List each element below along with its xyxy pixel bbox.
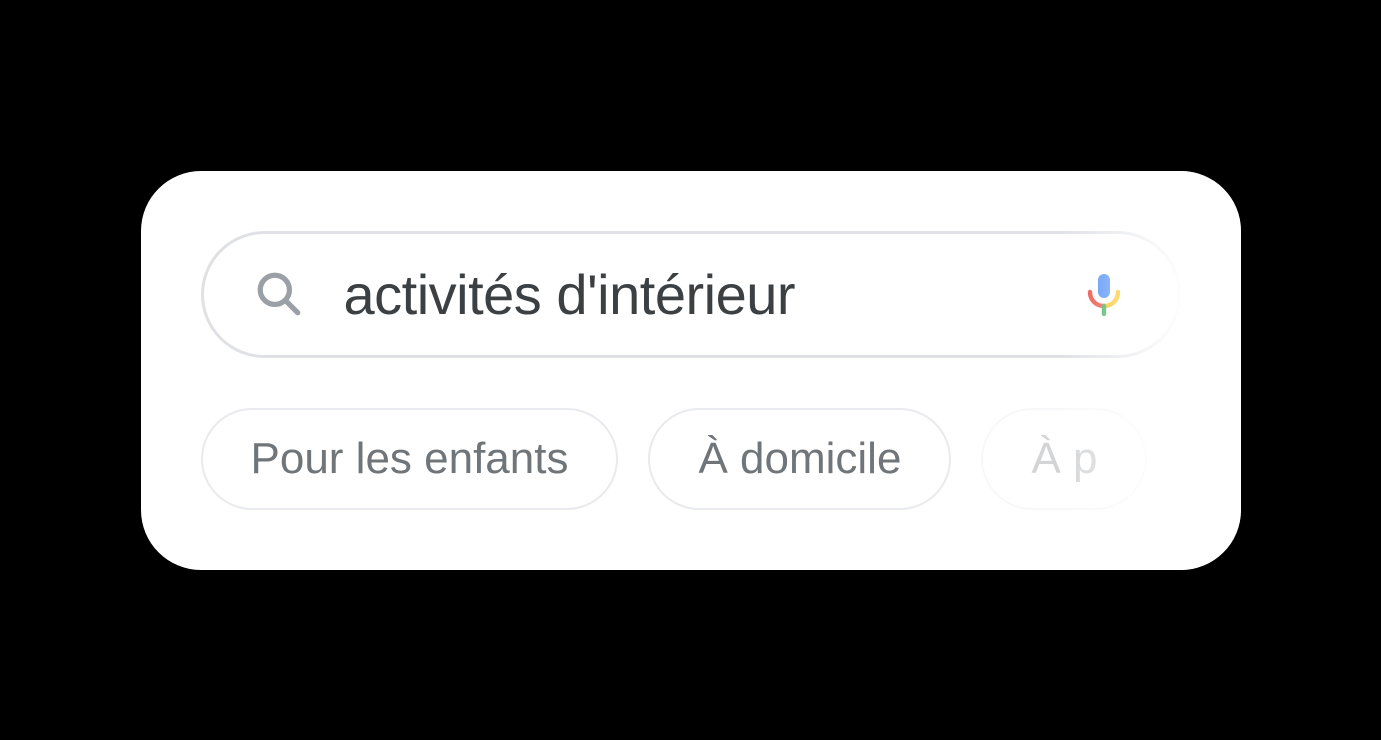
search-icon [254, 269, 304, 319]
chip-partial[interactable]: À p [981, 408, 1147, 510]
chip-pour-les-enfants[interactable]: Pour les enfants [201, 408, 619, 510]
chip-label: À domicile [698, 434, 901, 483]
microphone-icon[interactable] [1080, 270, 1128, 318]
search-card: activités d'intérieur Pour les enfants À… [141, 171, 1241, 570]
search-input-text[interactable]: activités d'intérieur [344, 262, 1060, 327]
search-bar[interactable]: activités d'intérieur [201, 231, 1181, 358]
chip-label: Pour les enfants [251, 434, 569, 483]
chip-label: À p [1031, 434, 1097, 483]
chip-a-domicile[interactable]: À domicile [648, 408, 951, 510]
suggestion-chips: Pour les enfants À domicile À p [201, 408, 1241, 510]
